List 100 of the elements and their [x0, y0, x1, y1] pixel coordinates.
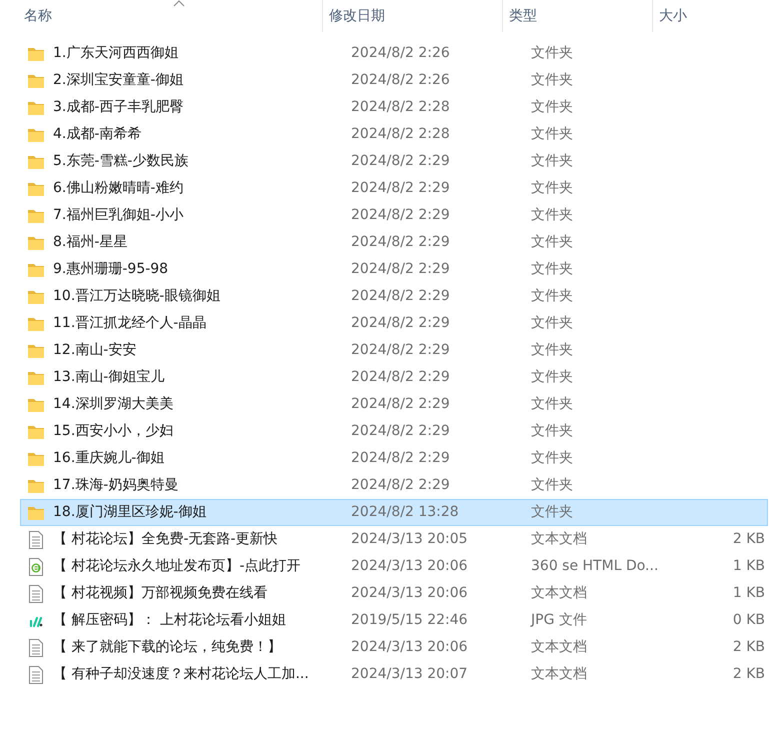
file-name: 12.南山-安安 [53, 341, 136, 360]
file-row[interactable]: 3.成都-西子丰乳肥臀 2024/8/2 2:28 文件夹 [20, 94, 768, 121]
file-row[interactable]: 8.福州-星星 2024/8/2 2:29 文件夹 [20, 229, 768, 256]
modified-date: 2024/8/2 2:29 [350, 341, 451, 360]
modified-date: 2024/3/13 20:06 [350, 584, 469, 603]
file-name: 17.珠海-奶妈奥特曼 [53, 476, 178, 495]
file-name: 18.厦门湖里区珍妮-御姐 [53, 503, 206, 522]
file-name: 7.福州巨乳御姐-小小 [53, 206, 184, 225]
column-header[interactable]: 名称 [0, 0, 323, 32]
file-type: 文件夹 [530, 179, 574, 198]
file-name: 8.福州-星星 [53, 233, 128, 252]
file-row[interactable]: 5.东莞-雪糕-少数民族 2024/8/2 2:29 文件夹 [20, 148, 768, 175]
column-header[interactable]: 修改日期 [323, 0, 503, 32]
file-type: 文件夹 [530, 503, 574, 522]
file-row[interactable]: 9.惠州珊珊-95-98 2024/8/2 2:29 文件夹 [20, 256, 768, 283]
file-type: 文件夹 [530, 449, 574, 468]
file-size: 2 KB [732, 531, 765, 547]
file-name: 10.晋江万达晓晓-眼镜御姐 [53, 287, 220, 306]
folder-icon [28, 208, 44, 222]
folder-icon [28, 344, 44, 358]
file-row[interactable]: 13.南山-御姐宝儿 2024/8/2 2:29 文件夹 [20, 364, 768, 391]
column-header[interactable]: 类型 [503, 0, 653, 32]
file-name: 4.成都-南希希 [53, 125, 142, 144]
file-type: JPG 文件 [529, 611, 588, 630]
folder-icon [28, 506, 44, 520]
file-row[interactable]: 17.珠海-奶妈奥特曼 2024/8/2 2:29 文件夹 [20, 472, 768, 499]
file-name: 9.惠州珊珊-95-98 [53, 260, 168, 279]
file-row[interactable]: 【 村花论坛】全免费-无套路-更新快 2024/3/13 20:05 文本文档 2 KB [20, 526, 768, 553]
file-row[interactable]: 10.晋江万达晓晓-眼镜御姐 2024/8/2 2:29 文件夹 [20, 283, 768, 310]
file-row[interactable]: 【 村花论坛永久地址发布页】-点此打开 2024/3/13 20:06 360 se HTML Do... 1 KB [20, 553, 768, 580]
file-row[interactable]: 【 有种子却没速度？来村花论坛人工加... 2024/3/13 20:07 文本文档 2 KB [20, 661, 768, 688]
modified-date: 2024/8/2 2:29 [350, 395, 451, 414]
file-size: 0 KB [732, 612, 765, 628]
file-row[interactable]: 16.重庆婉儿-御姐 2024/8/2 2:29 文件夹 [20, 445, 768, 472]
file-type: 360 se HTML Do... [530, 557, 660, 576]
folder-icon [28, 182, 44, 196]
folder-icon [28, 398, 44, 412]
document-icon [29, 666, 43, 684]
file-row[interactable]: 【 村花视频】万部视频免费在线看 2024/3/13 20:06 文本文档 1 KB [20, 580, 768, 607]
file-row[interactable]: 11.晋江抓龙经个人-晶晶 2024/8/2 2:29 文件夹 [20, 310, 768, 337]
file-name: 16.重庆婉儿-御姐 [53, 449, 164, 468]
file-type: 文件夹 [530, 368, 574, 387]
modified-date: 2024/3/13 20:05 [350, 530, 469, 549]
file-type: 文件夹 [530, 152, 574, 171]
file-row[interactable]: 12.南山-安安 2024/8/2 2:29 文件夹 [20, 337, 768, 364]
modified-date: 2019/5/15 22:46 [350, 611, 469, 630]
file-name: 13.南山-御姐宝儿 [53, 368, 164, 387]
folder-icon [28, 370, 44, 384]
file-name: 【 村花论坛】全免费-无套路-更新快 [53, 530, 278, 549]
modified-date: 2024/8/2 2:26 [350, 44, 451, 63]
file-row[interactable]: 14.深圳罗湖大美美 2024/8/2 2:29 文件夹 [20, 391, 768, 418]
file-type: 文件夹 [530, 98, 574, 117]
folder-icon [28, 452, 44, 466]
file-name: 【 村花论坛永久地址发布页】-点此打开 [53, 557, 301, 576]
modified-date: 2024/8/2 13:28 [350, 503, 460, 522]
modified-date: 2024/8/2 2:29 [350, 179, 451, 198]
file-type: 文件夹 [530, 71, 574, 90]
modified-date: 2024/8/2 2:29 [350, 260, 451, 279]
modified-date: 2024/8/2 2:29 [350, 287, 451, 306]
file-type: 文件夹 [530, 260, 574, 279]
file-row[interactable]: 【 来了就能下载的论坛，纯免费！】 2024/3/13 20:06 文本文档 2 KB [20, 634, 768, 661]
modified-date: 2024/8/2 2:29 [350, 449, 451, 468]
file-name: 3.成都-西子丰乳肥臀 [53, 98, 184, 117]
modified-date: 2024/8/2 2:29 [350, 368, 451, 387]
modified-date: 2024/3/13 20:06 [350, 638, 469, 657]
file-type: 文件夹 [530, 233, 574, 252]
document-icon [29, 584, 43, 602]
file-size: 2 KB [732, 666, 765, 682]
file-row[interactable]: 18.厦门湖里区珍妮-御姐 2024/8/2 13:28 文件夹 [20, 499, 768, 526]
file-size: 2 KB [732, 639, 765, 655]
modified-date: 2024/8/2 2:29 [350, 314, 451, 333]
file-name: 14.深圳罗湖大美美 [53, 395, 174, 414]
document-icon [29, 530, 43, 548]
folder-icon [28, 236, 44, 250]
file-name: 【 解压密码】： 上村花论坛看小姐姐 [53, 611, 286, 630]
file-type: 文本文档 [530, 584, 588, 603]
folder-icon [28, 154, 44, 168]
file-name: 15.西安小小，少妇 [53, 422, 174, 441]
file-row[interactable]: 15.西安小小，少妇 2024/8/2 2:29 文件夹 [20, 418, 768, 445]
file-row[interactable]: 7.福州巨乳御姐-小小 2024/8/2 2:29 文件夹 [20, 202, 768, 229]
file-type: 文件夹 [530, 287, 574, 306]
file-row[interactable]: 【 解压密码】： 上村花论坛看小姐姐 2019/5/15 22:46 JPG 文件 0 KB [20, 607, 768, 634]
file-type: 文件夹 [530, 341, 574, 360]
document-icon [29, 638, 43, 656]
modified-date: 2024/3/13 20:07 [350, 665, 469, 684]
column-header[interactable]: 大小 [653, 0, 748, 32]
modified-date: 2024/8/2 2:29 [350, 422, 451, 441]
file-name: 5.东莞-雪糕-少数民族 [53, 152, 188, 171]
file-row[interactable]: 4.成都-南希希 2024/8/2 2:28 文件夹 [20, 121, 768, 148]
file-size: 1 KB [732, 558, 765, 574]
folder-icon [28, 46, 44, 60]
file-row[interactable]: 6.佛山粉嫩晴晴-难约 2024/8/2 2:29 文件夹 [20, 175, 768, 202]
modified-date: 2024/8/2 2:29 [350, 233, 451, 252]
file-name: 【 有种子却没速度？来村花论坛人工加... [53, 665, 309, 684]
folder-icon [28, 424, 44, 438]
file-row[interactable]: 2.深圳宝安童童-御姐 2024/8/2 2:26 文件夹 [20, 67, 768, 94]
file-name: 11.晋江抓龙经个人-晶晶 [53, 314, 206, 333]
folder-icon [28, 262, 44, 276]
file-row[interactable]: 1.广东天河西西御姐 2024/8/2 2:26 文件夹 [20, 40, 768, 67]
file-name: 1.广东天河西西御姐 [53, 44, 178, 63]
